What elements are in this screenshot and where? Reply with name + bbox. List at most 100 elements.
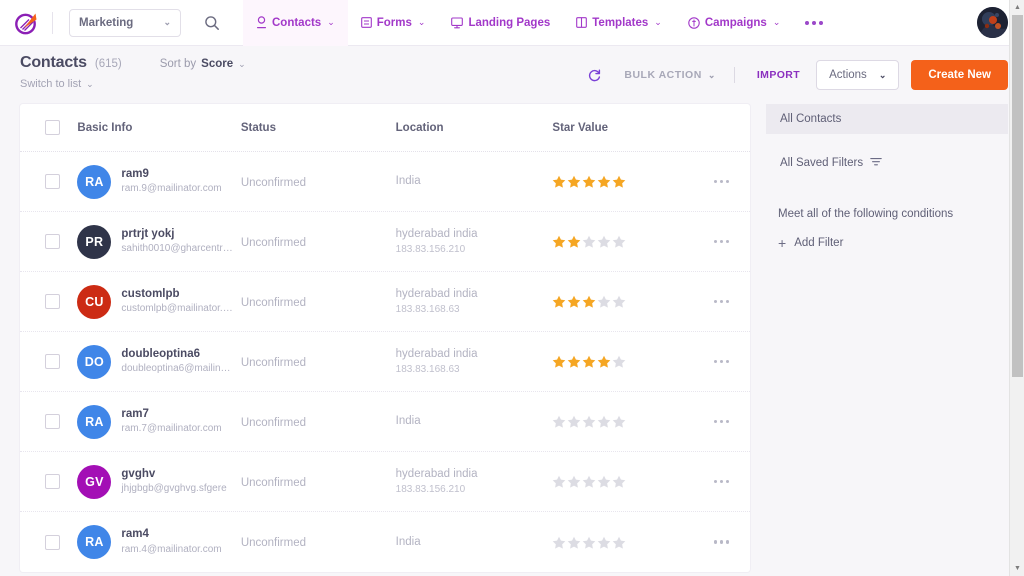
star-icon[interactable] — [582, 536, 596, 549]
row-actions-menu-icon[interactable] — [714, 300, 730, 304]
table-row[interactable]: RAram9ram.9@mailinator.comUnconfirmedInd… — [20, 152, 750, 212]
star-value-cell — [552, 295, 693, 308]
row-actions-menu-icon[interactable] — [714, 360, 730, 364]
star-icon[interactable] — [582, 175, 596, 188]
workspace-selector[interactable]: Marketing ⌄ — [69, 9, 181, 37]
table-row[interactable]: PRprtrjt yokjsahith0010@gharcentral.co..… — [20, 212, 750, 272]
star-icon[interactable] — [552, 175, 566, 188]
row-actions-menu-icon[interactable] — [714, 480, 730, 484]
select-all-checkbox[interactable] — [45, 120, 60, 135]
star-icon[interactable] — [597, 175, 611, 188]
nav-item-contacts[interactable]: Contacts ⌄ — [243, 0, 348, 46]
star-icon[interactable] — [612, 355, 626, 368]
page-scrollbar[interactable]: ▲ ▼ — [1009, 0, 1024, 576]
add-filter-button[interactable]: + Add Filter — [766, 236, 1008, 250]
contact-name[interactable]: ram7 — [121, 407, 221, 423]
row-actions-menu-icon[interactable] — [714, 180, 730, 184]
status-badge: Unconfirmed — [241, 297, 306, 309]
star-icon[interactable] — [552, 415, 566, 428]
star-icon[interactable] — [582, 475, 596, 488]
star-icon[interactable] — [567, 295, 581, 308]
star-icon[interactable] — [597, 355, 611, 368]
column-header-status[interactable]: Status — [241, 122, 396, 134]
basic-info-cell: GVgvghvjhjgbgb@gvghvg.sfgere — [77, 465, 240, 499]
column-header-location[interactable]: Location — [396, 122, 553, 134]
contact-name[interactable]: ram9 — [121, 167, 221, 183]
star-icon[interactable] — [597, 295, 611, 308]
table-row[interactable]: CUcustomlpbcustomlpb@mailinator.comUncon… — [20, 272, 750, 332]
star-icon[interactable] — [582, 235, 596, 248]
search-icon[interactable] — [195, 6, 229, 40]
bulk-action-dropdown[interactable]: BULK ACTION ⌄ — [612, 69, 727, 81]
sidebar-item-all-contacts[interactable]: All Contacts — [766, 104, 1008, 134]
contact-name[interactable]: gvghv — [121, 467, 226, 483]
star-icon[interactable] — [552, 536, 566, 549]
sidebar-item-all-saved-filters[interactable]: All Saved Filters — [766, 146, 1008, 180]
row-select-cell — [28, 294, 77, 309]
star-icon[interactable] — [597, 475, 611, 488]
refresh-icon[interactable] — [577, 68, 612, 83]
row-actions-menu-icon[interactable] — [714, 240, 730, 244]
star-icon[interactable] — [552, 295, 566, 308]
star-icon[interactable] — [597, 235, 611, 248]
star-icon[interactable] — [567, 536, 581, 549]
star-icon[interactable] — [597, 415, 611, 428]
actions-dropdown[interactable]: Actions ⌄ — [816, 60, 899, 90]
nav-item-templates[interactable]: Templates ⌄ — [563, 0, 675, 46]
table-row[interactable]: DOdoubleoptina6doubleoptina6@mailinator.… — [20, 332, 750, 392]
row-checkbox[interactable] — [45, 414, 60, 429]
actions-label: Actions — [829, 69, 867, 81]
star-icon[interactable] — [582, 415, 596, 428]
contact-name[interactable]: prtrjt yokj — [121, 227, 233, 243]
star-icon[interactable] — [552, 475, 566, 488]
row-checkbox[interactable] — [45, 234, 60, 249]
row-checkbox[interactable] — [45, 294, 60, 309]
row-actions-menu-icon[interactable] — [714, 420, 730, 424]
row-checkbox[interactable] — [45, 535, 60, 550]
avatar[interactable] — [977, 7, 1008, 38]
star-icon[interactable] — [597, 536, 611, 549]
table-row[interactable]: RAram4ram.4@mailinator.comUnconfirmedInd… — [20, 512, 750, 572]
star-icon[interactable] — [552, 355, 566, 368]
nav-label-forms: Forms — [377, 17, 412, 29]
nav-item-landing-pages[interactable]: Landing Pages — [438, 0, 563, 46]
star-icon[interactable] — [612, 475, 626, 488]
more-menu-icon[interactable] — [793, 0, 835, 46]
row-checkbox[interactable] — [45, 354, 60, 369]
star-icon[interactable] — [612, 295, 626, 308]
sort-by-control[interactable]: Sort by Score ⌄ — [160, 58, 246, 70]
contact-name[interactable]: ram4 — [121, 527, 221, 543]
star-icon[interactable] — [612, 415, 626, 428]
app-logo[interactable] — [12, 8, 42, 38]
scroll-down-icon[interactable]: ▼ — [1010, 561, 1024, 576]
star-icon[interactable] — [612, 235, 626, 248]
star-icon[interactable] — [567, 175, 581, 188]
switch-to-list-button[interactable]: Switch to list ⌄ — [20, 78, 246, 90]
table-row[interactable]: GVgvghvjhjgbgb@gvghvg.sfgereUnconfirmedh… — [20, 452, 750, 512]
scroll-up-icon[interactable]: ▲ — [1010, 0, 1024, 15]
star-icon[interactable] — [582, 295, 596, 308]
star-icon[interactable] — [612, 175, 626, 188]
create-new-button[interactable]: Create New — [911, 60, 1008, 90]
column-header-star-value[interactable]: Star Value — [552, 122, 693, 134]
scrollbar-thumb[interactable] — [1012, 15, 1023, 377]
basic-info-cell: RAram7ram.7@mailinator.com — [77, 405, 240, 439]
nav-item-campaigns[interactable]: Campaigns ⌄ — [675, 0, 794, 46]
star-icon[interactable] — [582, 355, 596, 368]
column-header-basic-info[interactable]: Basic Info — [77, 122, 240, 134]
nav-item-forms[interactable]: Forms ⌄ — [348, 0, 439, 46]
contact-name[interactable]: doubleoptina6 — [121, 347, 233, 363]
star-icon[interactable] — [567, 475, 581, 488]
row-checkbox[interactable] — [45, 474, 60, 489]
star-icon[interactable] — [552, 235, 566, 248]
row-checkbox[interactable] — [45, 174, 60, 189]
row-actions-menu-icon[interactable] — [714, 540, 730, 544]
star-icon[interactable] — [567, 415, 581, 428]
star-icon[interactable] — [612, 536, 626, 549]
table-row[interactable]: RAram7ram.7@mailinator.comUnconfirmedInd… — [20, 392, 750, 452]
contact-name[interactable]: customlpb — [121, 287, 233, 303]
star-icon[interactable] — [567, 235, 581, 248]
star-icon[interactable] — [567, 355, 581, 368]
import-button[interactable]: IMPORT — [741, 69, 816, 81]
table-body: RAram9ram.9@mailinator.comUnconfirmedInd… — [20, 152, 750, 572]
